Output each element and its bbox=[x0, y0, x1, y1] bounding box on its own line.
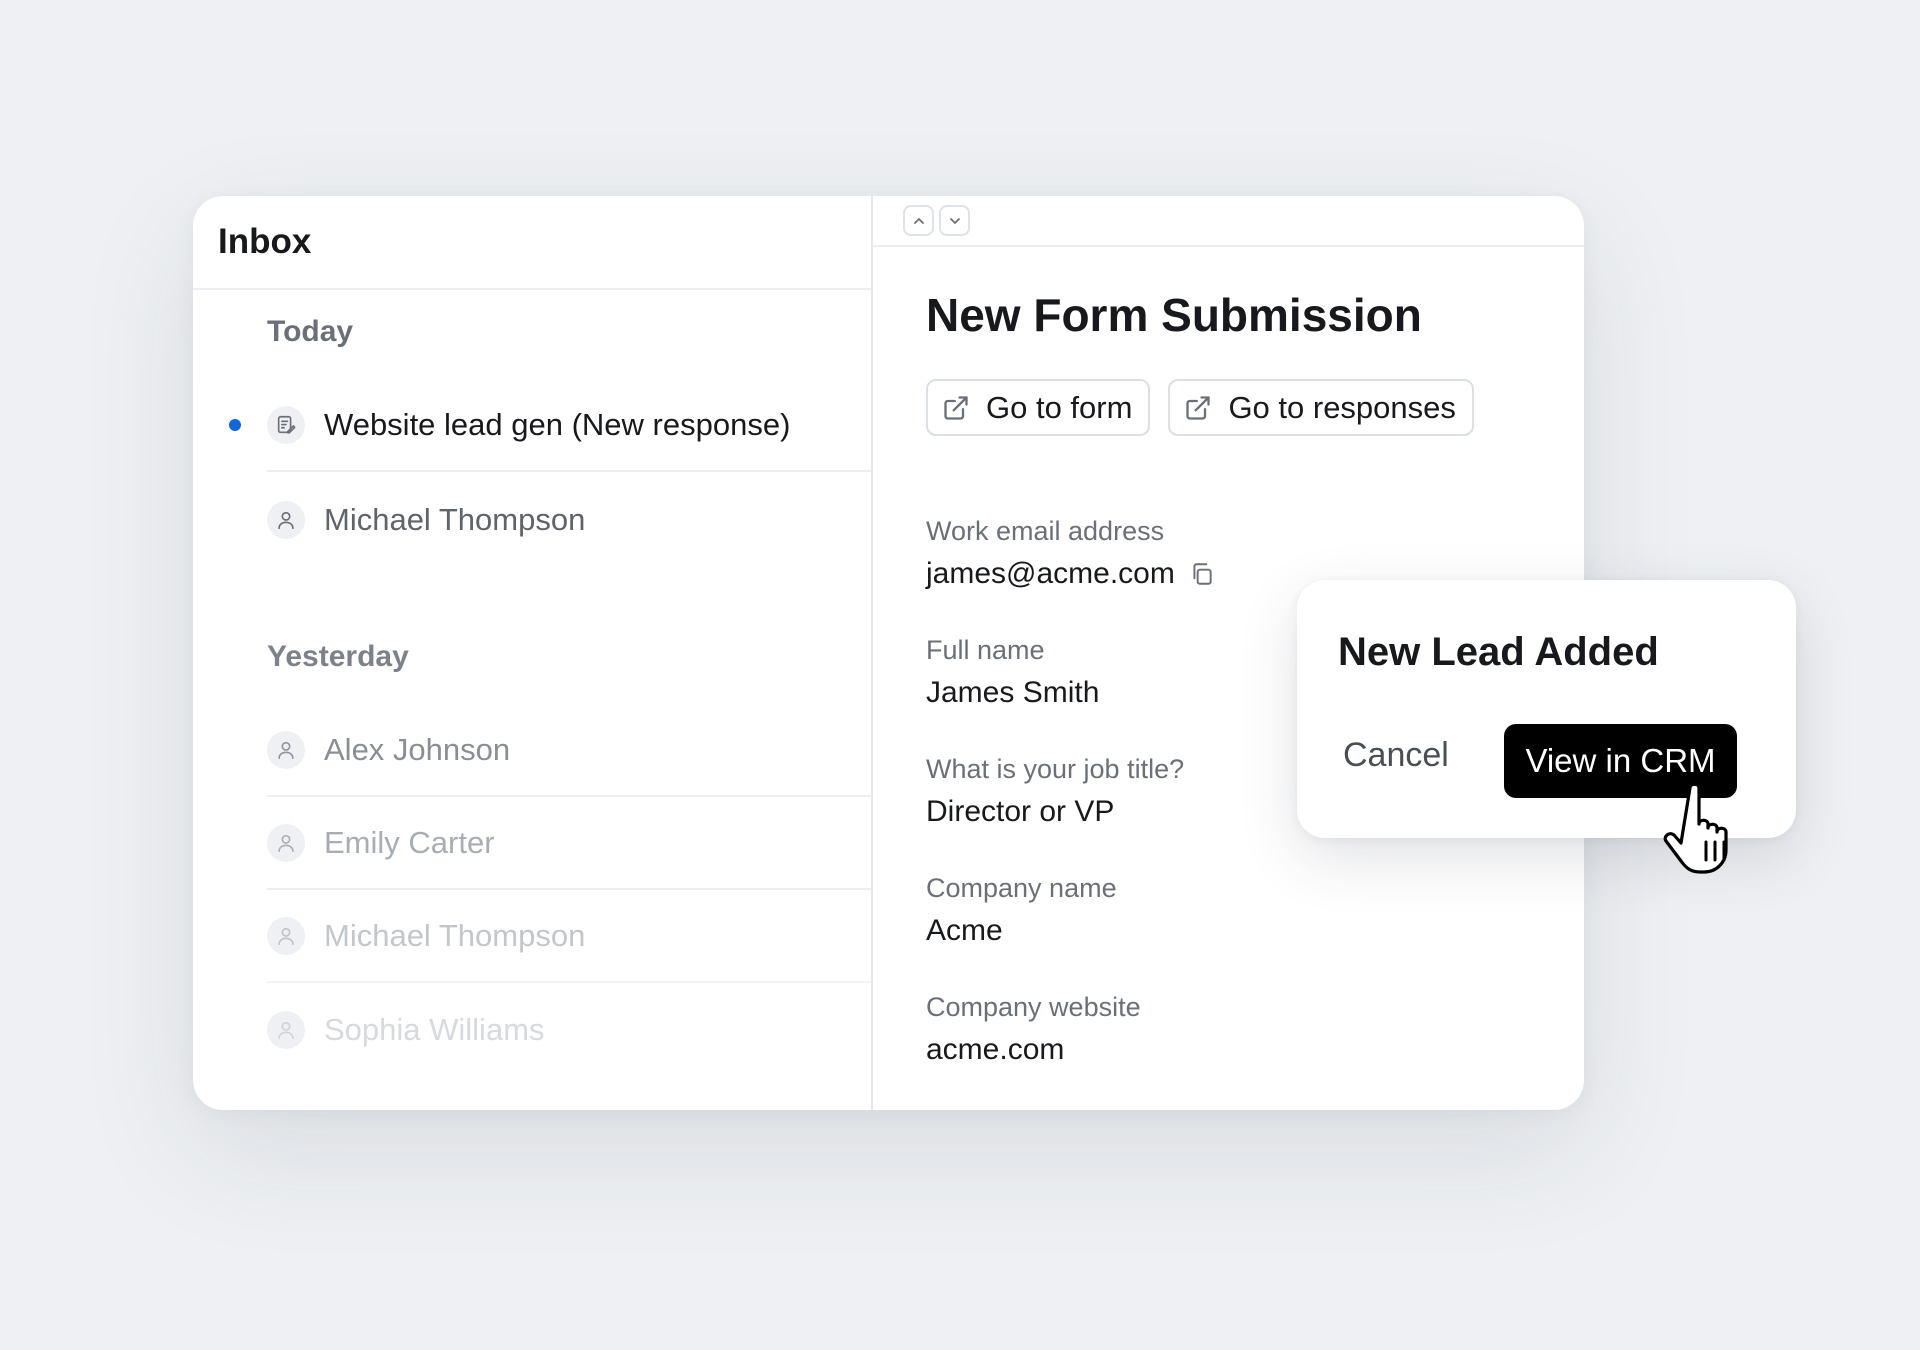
field-label: Company name bbox=[926, 873, 1117, 903]
list-item-label: Michael Thompson bbox=[324, 502, 586, 537]
list-item-label: Michael Thompson bbox=[324, 918, 586, 953]
list-item-michael-thompson[interactable]: Michael Thompson bbox=[267, 474, 871, 566]
list-item-alex-johnson[interactable]: Alex Johnson bbox=[267, 705, 871, 797]
chevron-up-icon bbox=[913, 217, 924, 224]
user-icon bbox=[267, 501, 305, 539]
go-to-form-label: Go to form bbox=[986, 389, 1133, 425]
field-label: Work email address bbox=[926, 516, 1165, 546]
field-company-name: Company name Acme bbox=[926, 873, 1117, 948]
field-value: Acme bbox=[926, 914, 1003, 947]
external-link-icon bbox=[1186, 395, 1211, 420]
form-icon bbox=[267, 406, 305, 444]
next-button[interactable] bbox=[939, 205, 970, 236]
go-to-responses-button[interactable]: Go to responses bbox=[1168, 379, 1474, 436]
field-work-email: Work email address james@acme.com bbox=[926, 516, 1215, 591]
field-company-website: Company website acme.com bbox=[926, 992, 1141, 1067]
toast-title: New Lead Added bbox=[1338, 630, 1659, 674]
inbox-title: Inbox bbox=[218, 222, 312, 261]
previous-button[interactable] bbox=[903, 205, 934, 236]
list-item-website-lead-gen[interactable]: Website lead gen (New response) bbox=[229, 380, 871, 472]
section-label-today: Today bbox=[267, 315, 354, 348]
unread-dot bbox=[229, 419, 241, 431]
external-link-icon bbox=[944, 395, 968, 420]
field-label: What is your job title? bbox=[926, 754, 1185, 784]
field-value: acme.com bbox=[926, 1033, 1065, 1066]
user-icon bbox=[267, 731, 305, 769]
field-full-name: Full name James Smith bbox=[926, 635, 1099, 710]
page-title: New Form Submission bbox=[926, 289, 1422, 341]
list-item-sophia-williams[interactable]: Sophia Williams bbox=[267, 984, 871, 1076]
cancel-button[interactable]: Cancel bbox=[1343, 730, 1449, 780]
field-label: Full name bbox=[926, 635, 1045, 665]
list-item-emily-carter[interactable]: Emily Carter bbox=[267, 798, 871, 890]
go-to-form-button[interactable]: Go to form bbox=[926, 379, 1151, 436]
user-icon bbox=[267, 1011, 305, 1049]
user-icon bbox=[267, 917, 305, 955]
chevron-down-icon bbox=[949, 217, 960, 224]
list-item-label: Sophia Williams bbox=[324, 1012, 545, 1047]
field-value: James Smith bbox=[926, 676, 1100, 709]
copy-icon[interactable] bbox=[1189, 561, 1215, 587]
list-item-label: Website lead gen (New response) bbox=[324, 407, 791, 442]
detail-toolbar bbox=[873, 196, 1584, 247]
field-value: Director or VP bbox=[926, 795, 1115, 828]
inbox-header: Inbox bbox=[193, 196, 871, 290]
list-item-label: Emily Carter bbox=[324, 825, 495, 860]
action-row: Go to form Go to responses bbox=[926, 379, 1474, 436]
field-value: james@acme.com bbox=[926, 557, 1175, 590]
hand-cursor-icon bbox=[1663, 782, 1728, 874]
field-job-title: What is your job title? Director or VP bbox=[926, 754, 1184, 829]
list-item-label: Alex Johnson bbox=[324, 732, 511, 767]
section-label-yesterday: Yesterday bbox=[267, 640, 409, 673]
field-value-row: james@acme.com bbox=[926, 557, 1215, 591]
list-item-michael-thompson-2[interactable]: Michael Thompson bbox=[267, 891, 871, 983]
inbox-pane: Inbox Today Website lead gen (New respon… bbox=[193, 196, 873, 1110]
user-icon bbox=[267, 824, 305, 862]
field-label: Company website bbox=[926, 992, 1141, 1022]
go-to-responses-label: Go to responses bbox=[1228, 389, 1456, 425]
